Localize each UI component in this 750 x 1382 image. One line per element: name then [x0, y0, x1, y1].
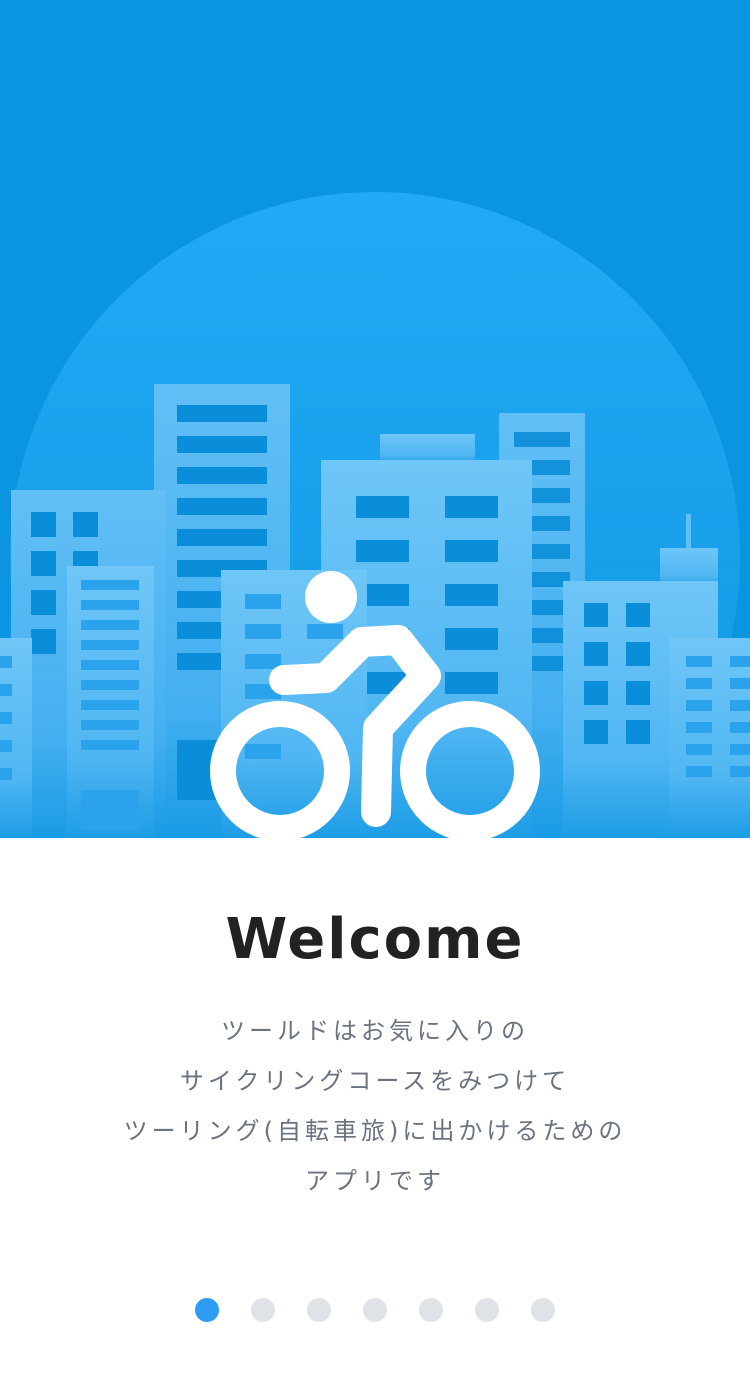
welcome-title: Welcome	[225, 907, 525, 972]
hero-illustration	[0, 0, 750, 838]
page-dot-7[interactable]	[531, 1298, 555, 1322]
page-dot-5[interactable]	[419, 1298, 443, 1322]
description-line: サイクリングコースをみつけて	[179, 1067, 571, 1095]
page-dot-6[interactable]	[475, 1298, 499, 1322]
page-indicator	[0, 1298, 750, 1322]
city-skyline-illustration	[0, 192, 750, 838]
page-dot-3[interactable]	[307, 1298, 331, 1322]
page-dot-1[interactable]	[195, 1298, 219, 1322]
description-line: アプリです	[305, 1167, 445, 1195]
page-dot-4[interactable]	[363, 1298, 387, 1322]
description-line: ツーリング(自転車旅)に出かけるための	[123, 1117, 627, 1145]
building-edge-left	[0, 638, 32, 838]
welcome-description: ツールドはお気に入りの サイクリングコースをみつけて ツーリング(自転車旅)に出…	[0, 1006, 750, 1206]
building-far-right	[669, 638, 750, 838]
page-dot-2[interactable]	[251, 1298, 275, 1322]
description-line: ツールドはお気に入りの	[221, 1017, 529, 1045]
building-front-left	[67, 566, 154, 838]
